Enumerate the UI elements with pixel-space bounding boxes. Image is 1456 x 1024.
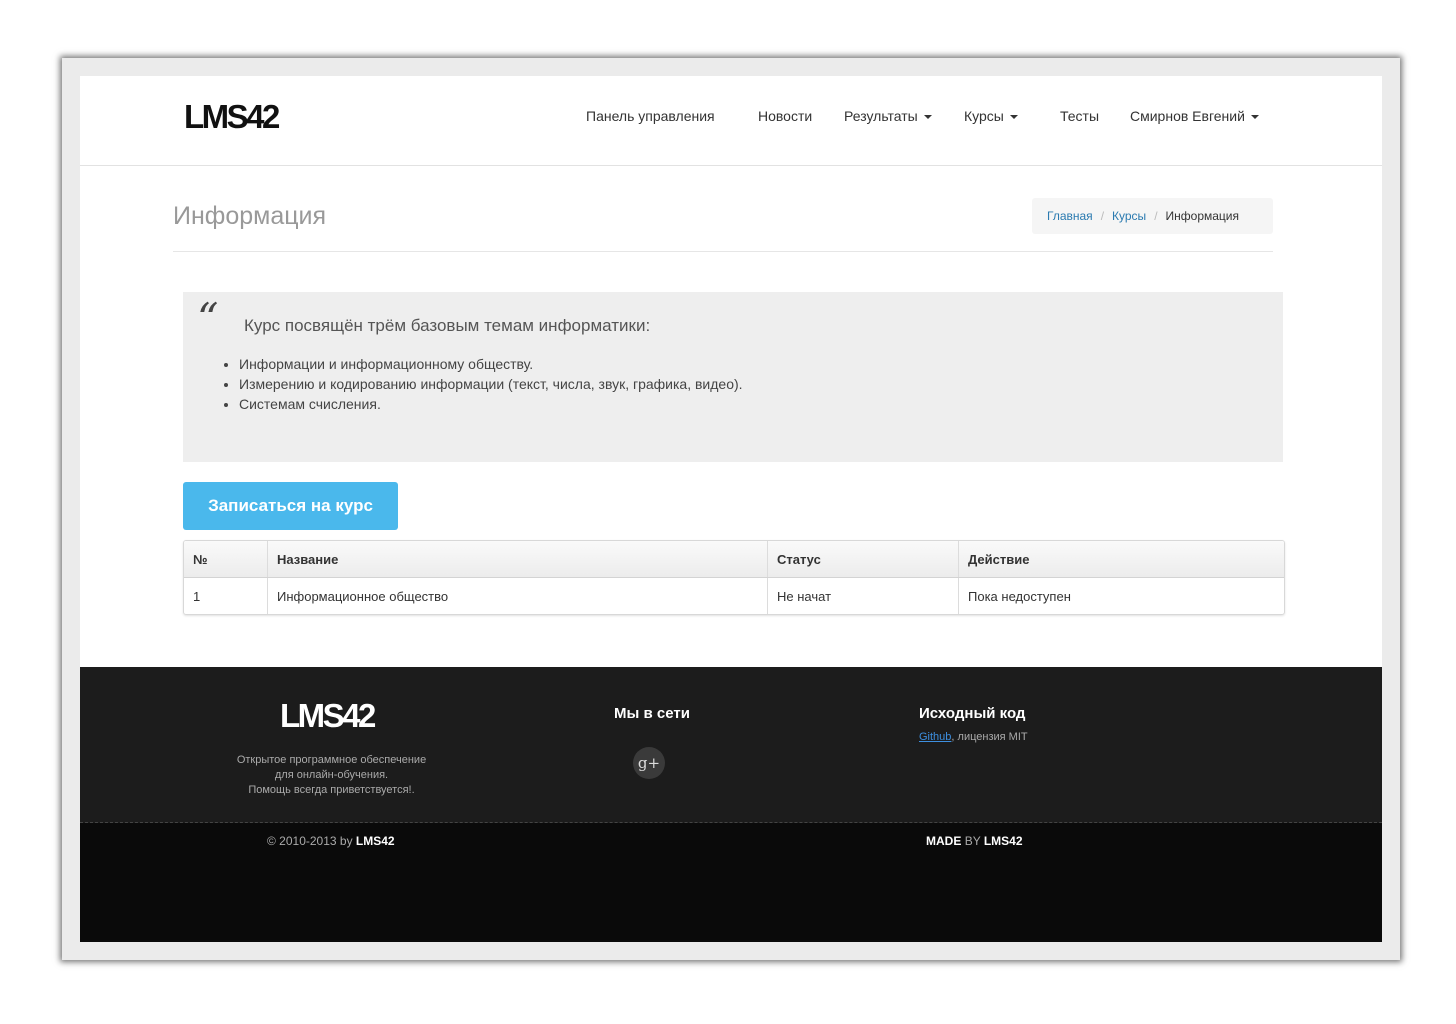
nav-user-label: Смирнов Евгений xyxy=(1130,108,1245,124)
description-lead: Курс посвящён трём базовым темам информа… xyxy=(244,316,651,335)
footer-description-line: для онлайн-обучения. xyxy=(274,769,389,781)
nav-news[interactable]: Новости xyxy=(758,108,812,124)
footer-bottom: © 2010-2013 by LMS42 MADE BY LMS42 xyxy=(80,823,1382,942)
footer-description: Открытое программное обеспечение для онл… xyxy=(220,753,443,798)
nav-results[interactable]: Результаты xyxy=(844,108,932,124)
github-link[interactable]: Github xyxy=(919,731,951,743)
breadcrumb-separator: / xyxy=(1100,209,1105,223)
footer-description-line: Открытое программное обеспечение xyxy=(236,754,427,766)
nav-user-menu[interactable]: Смирнов Евгений xyxy=(1130,108,1259,124)
nav-courses[interactable]: Курсы xyxy=(964,108,1018,124)
caret-down-icon xyxy=(1250,115,1259,120)
breadcrumb-courses[interactable]: Курсы xyxy=(1112,209,1146,223)
made-label: MADE xyxy=(926,834,962,848)
course-description: “ Курс посвящён трём базовым темам инфор… xyxy=(183,292,1283,462)
nav-results-label: Результаты xyxy=(844,108,918,124)
enroll-button[interactable]: Записаться на курс xyxy=(183,482,398,530)
cell-number: 1 xyxy=(193,588,201,604)
table-header-row: № Название Статус Действие xyxy=(184,541,1284,578)
made-by: MADE BY LMS42 xyxy=(926,834,1023,848)
page: LMS42 Панель управления Новости Результа… xyxy=(80,76,1382,942)
breadcrumb: Главная / Курсы / Информация xyxy=(1032,198,1273,234)
google-plus-icon[interactable]: g+ xyxy=(633,747,665,779)
cell-action: Пока недоступен xyxy=(958,577,1284,614)
navbar: LMS42 Панель управления Новости Результа… xyxy=(80,76,1382,166)
copyright-prefix: © 2010-2013 by xyxy=(267,834,353,848)
list-item: Информации и информационному обществу. xyxy=(239,354,743,374)
screenshot-frame: LMS42 Панель управления Новости Результа… xyxy=(62,58,1400,960)
nav-courses-label: Курсы xyxy=(964,108,1004,124)
breadcrumb-home[interactable]: Главная xyxy=(1047,209,1093,223)
copyright-brand: LMS42 xyxy=(355,834,395,848)
breadcrumb-separator: / xyxy=(1154,209,1158,223)
list-item: Измерению и кодированию информации (текс… xyxy=(239,374,743,394)
caret-down-icon xyxy=(1009,115,1018,120)
nav-tests[interactable]: Тесты xyxy=(1060,108,1099,124)
column-header-number: № xyxy=(184,541,268,578)
column-header-status: Статус xyxy=(767,541,959,578)
list-item: Системам счисления. xyxy=(239,394,743,414)
footer-top: LMS42 Открытое программное обеспечение д… xyxy=(80,667,1382,823)
caret-down-icon xyxy=(923,115,932,120)
footer-description-line: Помощь всегда приветствуется!. xyxy=(248,784,415,796)
page-title: Информация xyxy=(173,202,327,230)
copyright: © 2010-2013 by LMS42 xyxy=(267,834,395,848)
footer: LMS42 Открытое программное обеспечение д… xyxy=(80,667,1382,942)
footer-logo[interactable]: LMS42 xyxy=(280,697,376,735)
column-header-action: Действие xyxy=(958,541,1284,578)
breadcrumb-current: Информация xyxy=(1165,209,1240,223)
cell-name: Информационное общество xyxy=(267,577,768,614)
description-list: Информации и информационному обществу. И… xyxy=(223,354,743,414)
table-row: 1 Информационное общество Не начат Пока … xyxy=(184,577,1284,614)
lessons-table: № Название Статус Действие 1 Информацион… xyxy=(183,540,1285,615)
cell-status: Не начат xyxy=(767,577,959,614)
source-line: Github, лицензия MIT xyxy=(919,731,1028,743)
made-by-label: BY xyxy=(964,834,981,848)
made-by-brand: LMS42 xyxy=(983,834,1023,848)
social-heading: Мы в сети xyxy=(614,705,690,722)
source-heading: Исходный код xyxy=(919,705,1026,722)
quote-icon: “ xyxy=(197,294,219,343)
title-divider xyxy=(173,251,1273,252)
logo[interactable]: LMS42 xyxy=(184,98,280,136)
column-header-name: Название xyxy=(267,541,768,578)
nav-dashboard[interactable]: Панель управления xyxy=(586,108,715,124)
license-text: , лицензия MIT xyxy=(951,731,1028,743)
